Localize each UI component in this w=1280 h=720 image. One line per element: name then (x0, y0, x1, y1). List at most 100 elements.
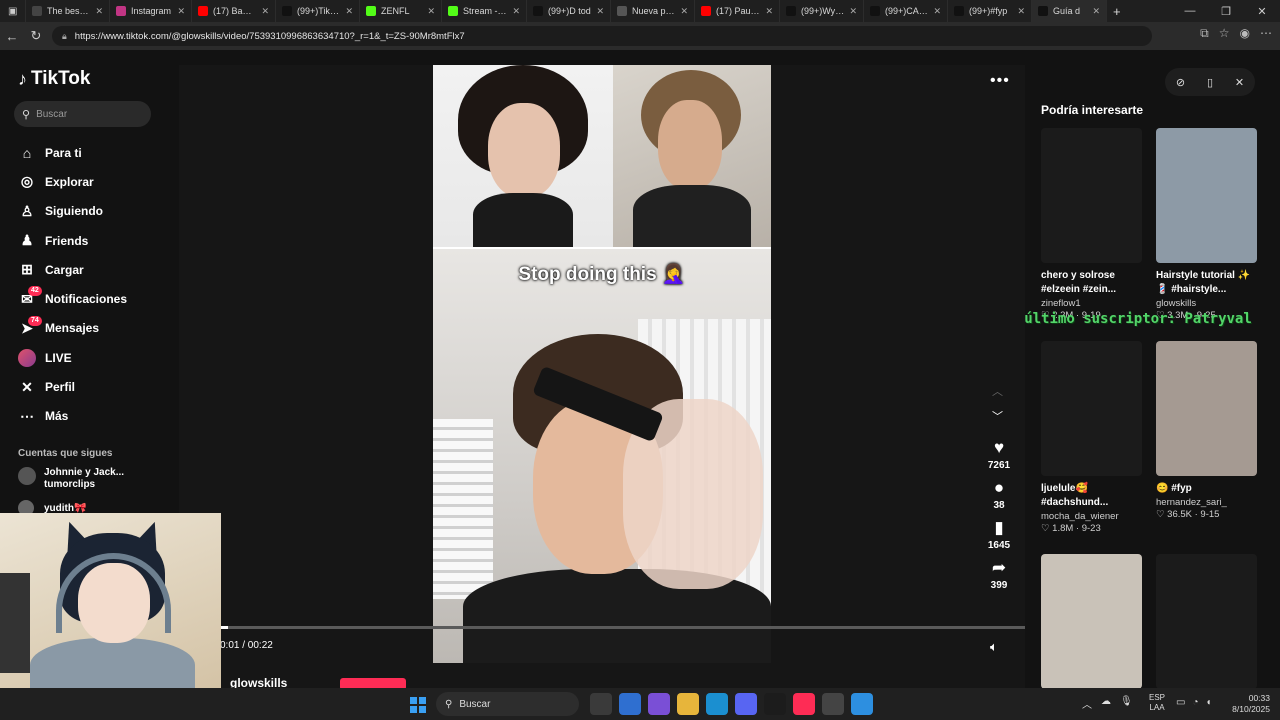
language-indicator[interactable]: ESP LAA (1149, 693, 1165, 713)
recommended-video-card[interactable] (1041, 554, 1142, 688)
tab-close-icon[interactable]: ✕ (849, 6, 857, 17)
next-video-icon[interactable]: ﹀ (992, 408, 1003, 424)
taskbar-search[interactable]: ⚲ Buscar (436, 692, 579, 716)
store-icon[interactable] (619, 693, 641, 715)
tab-close-icon[interactable]: ✕ (427, 6, 435, 17)
tab-close-icon[interactable]: ✕ (1092, 6, 1100, 17)
tab-close-icon[interactable]: ✕ (933, 6, 941, 17)
video-progress-bar[interactable] (220, 626, 1025, 629)
compass-icon[interactable]: ⊘ (1176, 76, 1185, 89)
wifi-icon[interactable]: ◔ (1192, 697, 1198, 708)
sidebar-item-friends[interactable]: ♟ Friends (18, 226, 168, 255)
card-user[interactable]: zineflow1 (1041, 298, 1142, 309)
tiktok-logo[interactable]: ♪ TikTok (18, 68, 90, 90)
browser-tab[interactable]: (99+)CAÑIT ✕ (864, 0, 948, 22)
fl-studio-icon[interactable] (764, 693, 786, 715)
browser-tab[interactable]: (99+)TikTok ✕ (276, 0, 360, 22)
edge-icon[interactable] (706, 693, 728, 715)
browser-tab[interactable]: (99+)#fyp ✕ (948, 0, 1032, 22)
task-view-icon[interactable] (590, 693, 612, 715)
video-author[interactable]: glowskills (230, 676, 287, 688)
sidebar-item-mensajes[interactable]: ➤ 74 Mensajes (18, 314, 168, 343)
tab-close-icon[interactable]: ✕ (596, 6, 604, 17)
copilot-icon[interactable] (648, 693, 670, 715)
volume-icon[interactable]: 🔈︎ (990, 639, 998, 655)
video-thumbnail[interactable] (1156, 341, 1257, 476)
sidebar-item-perfil[interactable]: ✕ Perfil (18, 372, 168, 401)
more-options-icon[interactable]: ••• (990, 72, 1010, 90)
extensions-icon[interactable]: ⧉ (1200, 26, 1209, 41)
minimize-button[interactable]: — (1172, 5, 1208, 18)
card-user[interactable]: hernandez_sari_ (1156, 497, 1257, 508)
monitor-icon[interactable]: ▭ (1176, 697, 1185, 708)
video-thumbnail[interactable] (1156, 554, 1257, 688)
browser-tab[interactable]: (17) Paulo L ✕ (695, 0, 780, 22)
video-thumbnail[interactable] (1156, 128, 1257, 263)
tab-close-icon[interactable]: ✕ (765, 6, 773, 17)
tab-close-icon[interactable]: ✕ (95, 6, 103, 17)
sidebar-item-más[interactable]: ⋯ Más (18, 402, 168, 431)
sidebar-item-explorar[interactable]: ◎ Explorar (18, 167, 168, 196)
video-thumbnail[interactable] (1041, 341, 1142, 476)
video-frame[interactable]: Stop doing this 🤦‍♀️ (433, 65, 771, 663)
tab-close-icon[interactable]: ✕ (177, 6, 185, 17)
settings-icon[interactable] (822, 693, 844, 715)
browser-tab[interactable]: (99+)D tod ✕ (527, 0, 611, 22)
tab-close-icon[interactable]: ✕ (680, 6, 688, 17)
browser-tab[interactable]: Nueva pest ✕ (611, 0, 695, 22)
explorer-icon[interactable] (677, 693, 699, 715)
sidebar-item-para-ti[interactable]: ⌂ Para ti (18, 138, 168, 167)
menu-icon[interactable]: ⋯ (1260, 26, 1272, 41)
onedrive-icon[interactable]: ☁ (1101, 696, 1111, 711)
recommended-video-card[interactable]: ljuelule🥰 #dachshund... mocha_da_wiener ♡ … (1041, 341, 1142, 534)
clock[interactable]: 00:33 8/10/2025 (1226, 693, 1270, 715)
browser-icon[interactable] (851, 693, 873, 715)
browser-tab[interactable]: (17) Bad Bu ✕ (192, 0, 276, 22)
reload-button[interactable]: ↻ (24, 28, 48, 44)
tab-close-icon[interactable]: ✕ (1017, 6, 1025, 17)
sidebar-item-cargar[interactable]: ⊞ Cargar (18, 255, 168, 284)
sidebar-item-notificaciones[interactable]: ✉ 42 Notificaciones (18, 284, 168, 313)
card-user[interactable]: mocha_da_wiener (1041, 511, 1142, 522)
microphone-icon[interactable]: 🎙︎ (1120, 696, 1133, 711)
following-account[interactable]: Johnnie y Jack... tumorclips (18, 467, 124, 491)
browser-tab[interactable]: Stream - Ki ✕ (442, 0, 527, 22)
browser-tab[interactable]: (99+)Wyatt ✕ (780, 0, 864, 22)
search-input[interactable]: ⚲ Buscar (14, 101, 151, 127)
recommended-video-card[interactable]: chero y solrose #elzeein #zein... zineflo… (1041, 128, 1142, 321)
phone-icon[interactable]: ▯ (1207, 76, 1213, 89)
browser-tab[interactable]: Guía d ✕ (1032, 0, 1107, 22)
tab-close-icon[interactable]: ✕ (261, 6, 269, 17)
video-thumbnail[interactable] (1041, 128, 1142, 263)
sidebar-item-live[interactable]: LIVE (18, 343, 168, 372)
card-user[interactable]: glowskills (1156, 298, 1257, 309)
maximize-button[interactable]: ❐ (1208, 5, 1244, 18)
recommended-video-card[interactable] (1156, 554, 1257, 688)
tab-close-icon[interactable]: ✕ (345, 6, 353, 17)
discord-icon[interactable] (735, 693, 757, 715)
like-button[interactable]: ♥ 7261 (980, 438, 1018, 471)
save-button[interactable]: ▮ 1645 (980, 518, 1018, 551)
chevron-up-icon[interactable]: ︿ (1082, 696, 1092, 711)
volume-icon[interactable]: ◖ (1206, 697, 1212, 708)
url-field[interactable]: 🔒︎ https://www.tiktok.com/@glowskills/vi… (52, 26, 1152, 46)
browser-tab[interactable]: ZENFL ✕ (360, 0, 442, 22)
tab-close-icon[interactable]: ✕ (512, 6, 520, 17)
profile-avatar-icon[interactable]: ◉ (1240, 26, 1250, 41)
browser-tab[interactable]: Instagram ✕ (110, 0, 192, 22)
comment-button[interactable]: ● 38 (980, 478, 1018, 511)
close-icon[interactable]: ✕ (1235, 76, 1244, 89)
tiktok-icon[interactable] (793, 693, 815, 715)
favorites-icon[interactable]: ☆ (1219, 26, 1230, 41)
windows-start-icon[interactable] (410, 697, 426, 713)
new-tab-button[interactable]: + (1107, 0, 1127, 22)
share-button[interactable]: ➦ 399 (980, 558, 1018, 591)
previous-video-icon[interactable]: ︿ (992, 383, 1003, 399)
follow-button[interactable] (340, 678, 406, 688)
tab-switcher-button[interactable]: ▣ (0, 0, 26, 22)
browser-tab[interactable]: The best Ch ✕ (26, 0, 110, 22)
close-window-button[interactable]: ✕ (1244, 5, 1280, 18)
recommended-video-card[interactable]: 😊 #fyp hernandez_sari_ ♡ 36.5K · 9-15 (1156, 341, 1257, 520)
sidebar-item-siguiendo[interactable]: ♙ Siguiendo (18, 197, 168, 226)
back-button[interactable]: ← (0, 29, 24, 44)
